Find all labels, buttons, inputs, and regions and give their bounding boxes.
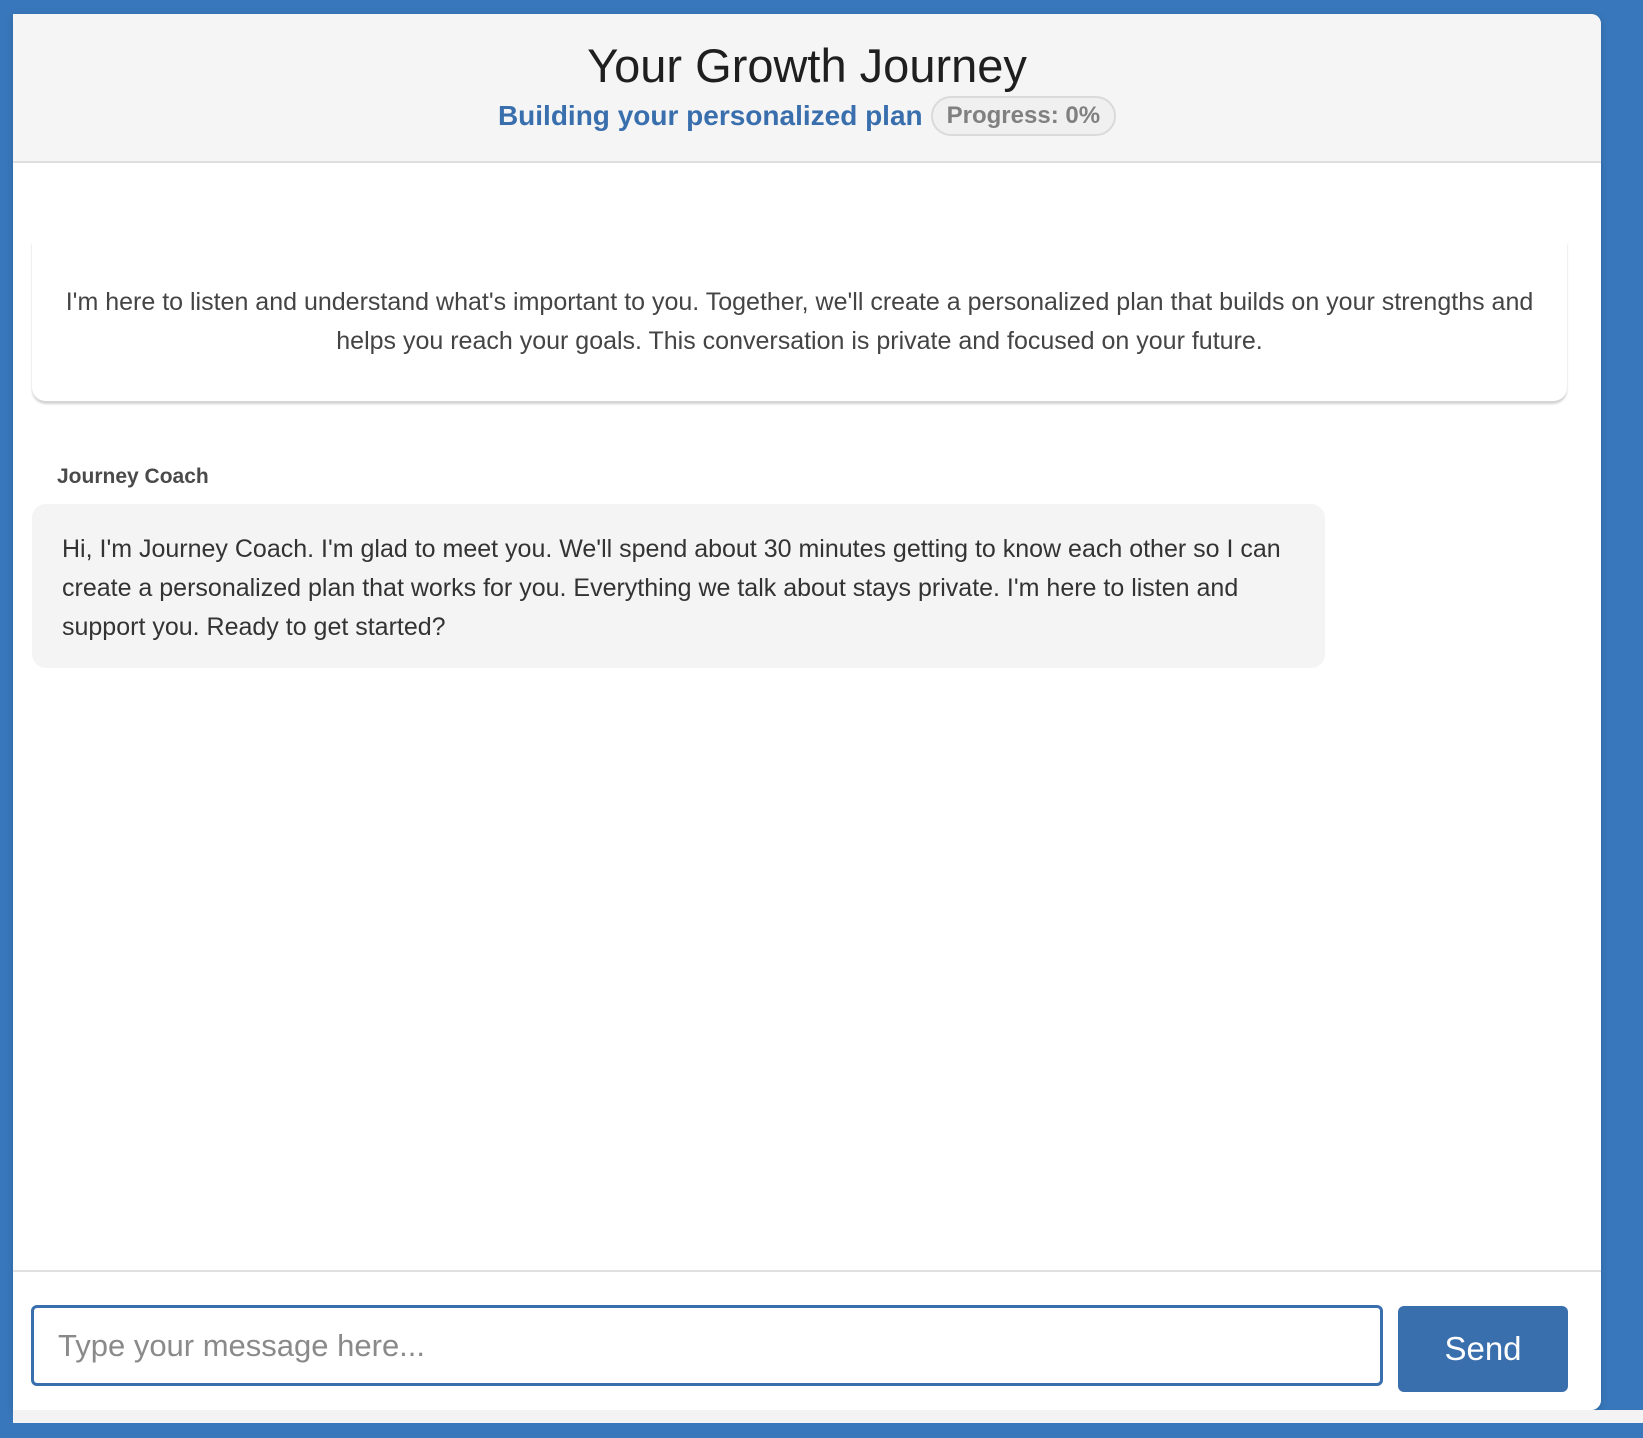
intro-card: I'm here to listen and understand what's… bbox=[32, 242, 1567, 402]
page-subtitle: Building your personalized plan bbox=[497, 100, 923, 131]
message-text: Hi, I'm Journey Coach. I'm glad to meet … bbox=[62, 535, 1281, 641]
intro-text: I'm here to listen and understand what's… bbox=[65, 287, 1534, 355]
message-sender: Journey Coach bbox=[57, 465, 209, 488]
composer: Send bbox=[13, 1270, 1601, 1410]
page-title: Your Growth Journey bbox=[587, 39, 1027, 92]
header: Your Growth Journey Building your person… bbox=[13, 14, 1601, 163]
send-button[interactable]: Send bbox=[1398, 1306, 1568, 1392]
message-bubble: Hi, I'm Journey Coach. I'm glad to meet … bbox=[32, 504, 1325, 668]
progress-badge: Progress: 0% bbox=[930, 96, 1117, 136]
chat-window: Your Growth Journey Building your person… bbox=[13, 14, 1601, 1410]
bottom-strip bbox=[13, 1410, 1643, 1423]
subtitle-row: Building your personalized plan Progress… bbox=[13, 96, 1601, 136]
message-input[interactable] bbox=[31, 1305, 1383, 1386]
